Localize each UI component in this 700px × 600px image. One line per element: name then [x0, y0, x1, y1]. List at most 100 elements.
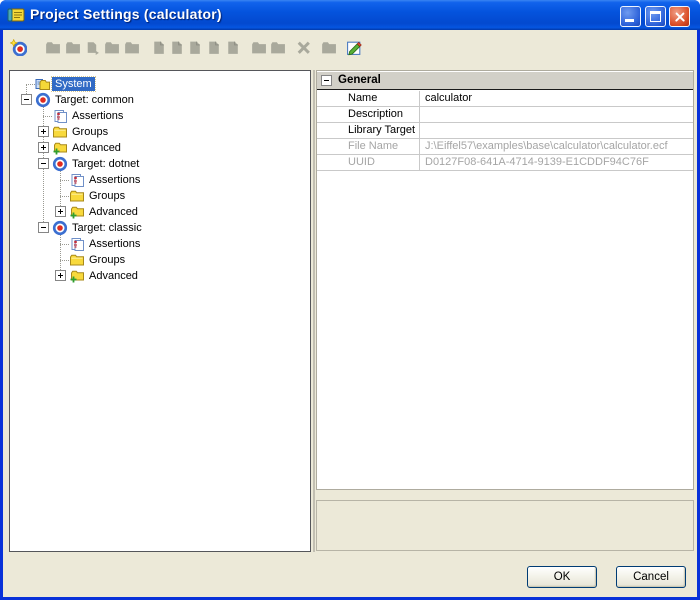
- property-row-description: Description: [317, 107, 693, 123]
- collapse-section-icon[interactable]: [321, 75, 332, 86]
- tool-button-11: [222, 36, 244, 60]
- property-value-field[interactable]: [420, 107, 693, 122]
- tree-item-label: Advanced: [86, 205, 141, 219]
- folder-icon: [69, 252, 85, 268]
- property-value-readonly: D0127F08-641A-4714-9139-E1CDDF94C76F: [420, 155, 693, 170]
- property-value-field[interactable]: calculator: [420, 91, 693, 106]
- tool-button-3: [62, 36, 84, 60]
- gray-folder-icon: [64, 39, 81, 56]
- gray-folder-icon: [320, 39, 337, 56]
- minimize-icon: [625, 19, 634, 22]
- tree-item-groups[interactable]: Groups: [10, 252, 310, 268]
- target-icon: [35, 92, 51, 108]
- tree-item-label: Assertions: [86, 173, 143, 187]
- collapse-toggle-icon[interactable]: [38, 158, 49, 169]
- tree-item-label: Target: classic: [69, 221, 145, 235]
- tool-button-2: [42, 36, 64, 60]
- tree-item-groups[interactable]: Groups: [10, 124, 310, 140]
- tree-item-label: System: [52, 77, 95, 91]
- gray-folder-icon: [250, 39, 267, 56]
- remove-x-icon: [295, 39, 312, 56]
- property-value-readonly: J:\Eiffel57\examples\base\calculator\cal…: [420, 139, 693, 154]
- property-row-uuid: UUID D0127F08-641A-4714-9139-E1CDDF94C76…: [317, 155, 693, 171]
- tree-item-label: Advanced: [86, 269, 141, 283]
- system-icon: [35, 76, 51, 92]
- tree-item-advanced[interactable]: Advanced: [10, 140, 310, 156]
- expand-toggle-icon[interactable]: [55, 206, 66, 217]
- folder-plus-icon: [52, 140, 68, 156]
- remove-button: [293, 36, 315, 60]
- settings-tree: System Target: common Assertions Groups …: [9, 70, 311, 552]
- collapse-toggle-icon[interactable]: [21, 94, 32, 105]
- property-value-field[interactable]: [420, 123, 693, 138]
- gray-doc-icon: [168, 39, 185, 56]
- gray-doc-icon: [224, 39, 241, 56]
- assertions-icon: [52, 108, 68, 124]
- tree-item-label: Assertions: [86, 237, 143, 251]
- titlebar[interactable]: Project Settings (calculator): [0, 0, 700, 30]
- tree-item-assertions[interactable]: Assertions: [10, 108, 310, 124]
- tree-item-label: Assertions: [69, 109, 126, 123]
- assertions-icon: [69, 236, 85, 252]
- edit-pencil-icon: [346, 39, 363, 56]
- folder-icon: [69, 188, 85, 204]
- tree-property-splitter[interactable]: [313, 70, 315, 552]
- maximize-button[interactable]: [645, 6, 666, 27]
- folder-plus-icon: [69, 268, 85, 284]
- close-button[interactable]: [669, 6, 690, 27]
- property-grid: General Name calculator Description Libr…: [316, 70, 694, 490]
- project-settings-window: Project Settings (calculator): [0, 0, 700, 600]
- target-icon: [52, 220, 68, 236]
- cancel-button[interactable]: Cancel: [616, 566, 686, 588]
- gray-rename-icon: [84, 39, 101, 56]
- minimize-button[interactable]: [620, 6, 641, 27]
- property-row-file-name: File Name J:\Eiffel57\examples\base\calc…: [317, 139, 693, 155]
- tool-button-6: [121, 36, 143, 60]
- property-label: UUID: [317, 155, 420, 170]
- tree-item-label: Groups: [86, 253, 128, 267]
- maximize-icon: [650, 11, 661, 22]
- assertions-icon: [69, 172, 85, 188]
- tree-item-target-dotnet[interactable]: Target: dotnet: [10, 156, 310, 172]
- general-section-header[interactable]: General: [317, 72, 693, 90]
- property-row-library-target: Library Target: [317, 123, 693, 139]
- dialog-body: System Target: common Assertions Groups …: [3, 30, 697, 597]
- folder-icon: [52, 124, 68, 140]
- tree-item-groups[interactable]: Groups: [10, 188, 310, 204]
- property-label: Name: [317, 91, 420, 106]
- property-row-name: Name calculator: [317, 91, 693, 107]
- gray-doc-icon: [205, 39, 222, 56]
- gray-folder-icon: [123, 39, 140, 56]
- tree-item-label: Target: common: [52, 93, 137, 107]
- gray-folder-icon: [44, 39, 61, 56]
- tree-item-assertions[interactable]: Assertions: [10, 172, 310, 188]
- property-label: File Name: [317, 139, 420, 154]
- gray-folder-icon: [269, 39, 286, 56]
- gray-doc-icon: [150, 39, 167, 56]
- edit-description-button[interactable]: [344, 36, 366, 60]
- expand-toggle-icon[interactable]: [55, 270, 66, 281]
- tree-item-advanced[interactable]: Advanced: [10, 268, 310, 284]
- gray-folder-icon: [103, 39, 120, 56]
- tree-item-advanced[interactable]: Advanced: [10, 204, 310, 220]
- tree-item-system[interactable]: System: [10, 76, 310, 92]
- tool-button-15: [318, 36, 340, 60]
- target-icon: [52, 156, 68, 172]
- property-label: Description: [317, 107, 420, 122]
- tree-item-assertions[interactable]: Assertions: [10, 236, 310, 252]
- tree-item-target-classic[interactable]: Target: classic: [10, 220, 310, 236]
- new-target-button[interactable]: [8, 36, 30, 60]
- expand-toggle-icon[interactable]: [38, 126, 49, 137]
- tree-item-label: Advanced: [69, 141, 124, 155]
- help-description-box: [316, 500, 694, 551]
- tree-item-label: Groups: [69, 125, 111, 139]
- section-title: General: [338, 74, 381, 86]
- window-title: Project Settings (calculator): [30, 6, 222, 22]
- tree-item-target-common[interactable]: Target: common: [10, 92, 310, 108]
- ok-button[interactable]: OK: [527, 566, 597, 588]
- tree-item-label: Target: dotnet: [69, 157, 142, 171]
- tree-item-label: Groups: [86, 189, 128, 203]
- collapse-toggle-icon[interactable]: [38, 222, 49, 233]
- app-notebook-icon: [7, 6, 25, 24]
- expand-toggle-icon[interactable]: [38, 142, 49, 153]
